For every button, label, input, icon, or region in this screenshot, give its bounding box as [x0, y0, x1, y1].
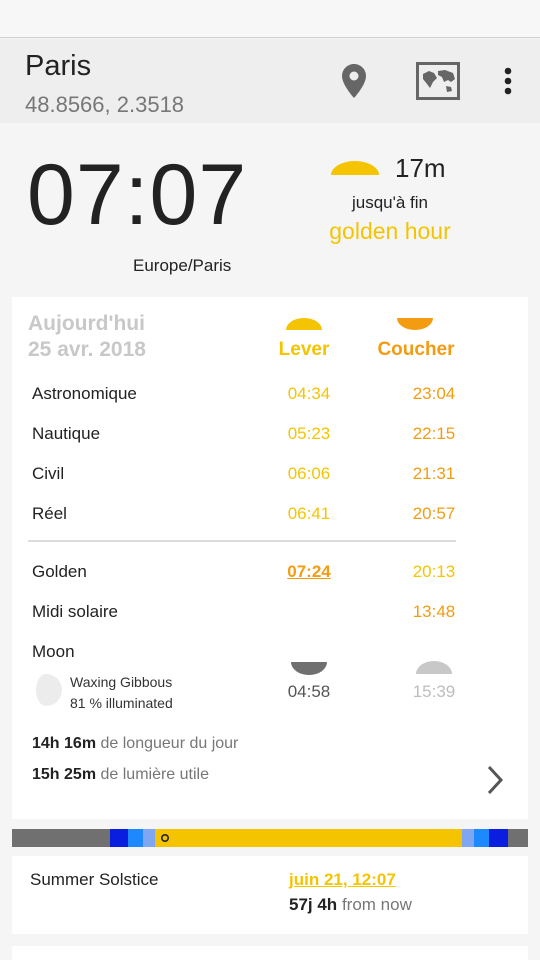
moon-phase-name: Waxing Gibbous	[70, 674, 173, 690]
timeline-astro-evening	[489, 829, 508, 847]
golden-set: 20:13	[412, 562, 456, 581]
timeline-nautical-evening	[474, 829, 489, 847]
moon-phase-icon	[30, 674, 62, 706]
golden-until-label: jusqu'à fin	[351, 193, 429, 212]
moon-phase-text: Waxing Gibbous 81 % illuminated	[70, 672, 173, 714]
day-length-value: 14h 16m	[32, 735, 97, 752]
golden-sun-icon	[331, 161, 379, 175]
timeline-daylight	[155, 829, 462, 847]
day-length: 14h 16m de longueur du jour	[32, 735, 238, 753]
nautical-rise: 05:23	[287, 424, 331, 443]
timeline-astro-morning	[110, 829, 128, 847]
moonrise-icon	[291, 662, 327, 675]
date-label: 25 avr. 2018	[28, 338, 146, 361]
timezone-label: Europe/Paris	[133, 256, 232, 275]
timeline-nautical-morning	[128, 829, 143, 847]
astronomical-label: Astronomique	[32, 384, 137, 403]
solstice-countdown-suffix: from now	[341, 895, 412, 914]
solar-noon-time: 13:48	[412, 602, 456, 621]
status-bar	[0, 0, 540, 38]
nautical-set: 22:15	[412, 424, 456, 443]
light-length: 15h 25m de lumière utile	[32, 766, 209, 784]
next-card	[12, 946, 528, 960]
city-name: Paris	[25, 50, 92, 82]
moonset-time: 15:39	[412, 682, 456, 701]
solstice-label: Summer Solstice	[30, 870, 159, 889]
golden-hour-label: golden hour	[329, 218, 451, 244]
astronomical-set: 23:04	[412, 384, 456, 403]
date-heading: Aujourd'hui 25 avr. 2018	[28, 311, 146, 363]
solstice-countdown-value: 57j 4h	[289, 895, 338, 914]
rise-column-header: Lever	[278, 339, 330, 360]
daylight-timeline-bar	[12, 829, 528, 847]
day-length-text: de longueur du jour	[100, 735, 239, 752]
golden-label: Golden	[32, 562, 87, 581]
divider	[28, 540, 456, 542]
light-length-value: 15h 25m	[32, 766, 97, 783]
more-vert-icon[interactable]	[486, 59, 530, 103]
day-label: Aujourd'hui	[28, 312, 145, 335]
moonset-icon	[416, 661, 452, 674]
civil-rise: 06:06	[287, 464, 331, 483]
app-bar: Paris 48.8566, 2.3518	[0, 39, 540, 123]
solstice-countdown: 57j 4h from now	[289, 895, 412, 915]
current-time: 07:07	[27, 147, 248, 243]
real-rise: 06:41	[287, 504, 331, 523]
moon-label: Moon	[32, 642, 75, 661]
sunrise-icon	[286, 318, 322, 330]
sunset-icon	[397, 318, 433, 330]
timeline-civil-evening	[462, 829, 474, 847]
map-pin-icon[interactable]	[332, 59, 376, 103]
real-set: 20:57	[412, 504, 456, 523]
solar-noon-label: Midi solaire	[32, 602, 118, 621]
set-column-header: Coucher	[377, 339, 455, 360]
civil-label: Civil	[32, 464, 65, 483]
coordinates: 48.8566, 2.3518	[25, 92, 185, 117]
moon-illumination: 81 % illuminated	[70, 695, 173, 711]
solstice-card[interactable]	[12, 856, 528, 934]
civil-set: 21:31	[412, 464, 456, 483]
golden-rise[interactable]: 07:24	[249, 562, 369, 582]
light-length-text: de lumière utile	[100, 766, 210, 783]
nautical-label: Nautique	[32, 424, 101, 443]
moonrise-time: 04:58	[287, 682, 331, 701]
world-map-icon[interactable]	[416, 59, 460, 103]
real-label: Réel	[32, 504, 67, 523]
timeline-civil-morning	[143, 829, 155, 847]
astronomical-rise: 04:34	[287, 384, 331, 403]
timeline-now-marker	[160, 833, 170, 843]
chevron-right-icon[interactable]	[486, 765, 504, 795]
solstice-date[interactable]: juin 21, 12:07	[289, 870, 396, 890]
golden-remaining: 17m	[395, 153, 446, 183]
